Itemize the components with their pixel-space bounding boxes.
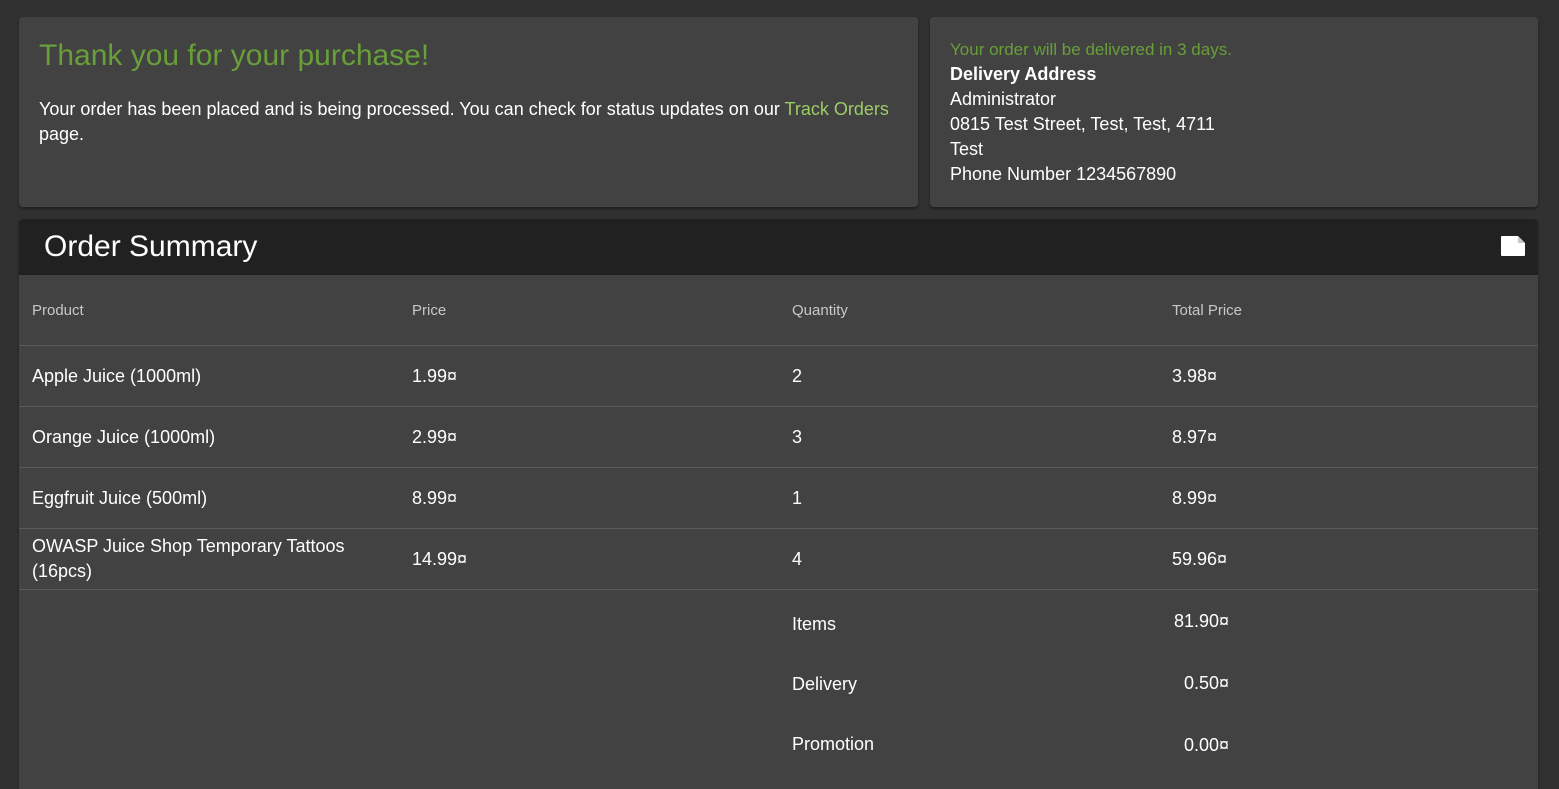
product-cell: Orange Juice (1000ml)	[19, 406, 399, 468]
total-price-cell: 59.96¤	[1159, 528, 1538, 590]
order-confirmation-card: Thank you for your purchase! Your order …	[19, 17, 918, 207]
order-totals: Items 81.90¤ Delivery 0.50¤ Promotion 0.…	[19, 590, 1538, 789]
price-cell: 2.99¤	[399, 406, 779, 468]
order-summary-card: Order Summary Product Price Quantity Tot…	[19, 219, 1538, 789]
column-header-product: Product	[19, 275, 399, 346]
table-row: OWASP Juice Shop Temporary Tattoos (16pc…	[19, 528, 1538, 590]
quantity-cell: 4	[779, 528, 1159, 590]
order-summary-title: Order Summary	[44, 230, 258, 263]
confirmation-message-suffix: page.	[39, 124, 85, 144]
confirmation-title: Thank you for your purchase!	[39, 39, 430, 72]
delivery-eta-note: Your order will be delivered in 3 days.	[950, 40, 1232, 59]
address-phone: Phone Number 1234567890	[950, 164, 1177, 184]
items-total-label: Items	[792, 614, 837, 634]
delivery-address-card: Your order will be delivered in 3 days. …	[930, 17, 1538, 207]
table-row: Apple Juice (1000ml) 1.99¤ 2 3.98¤	[19, 345, 1538, 407]
confirmation-message-prefix: Your order has been placed and is being …	[39, 99, 785, 119]
confirmation-message: Your order has been placed and is being …	[39, 97, 889, 147]
promotion-value: 0.00¤	[1183, 735, 1229, 755]
quantity-cell: 2	[779, 345, 1159, 407]
quantity-cell: 3	[779, 406, 1159, 468]
address-country: Test	[950, 139, 984, 159]
total-price-cell: 8.97¤	[1159, 406, 1538, 468]
quantity-cell: 1	[779, 467, 1159, 529]
total-price-cell: 8.99¤	[1159, 467, 1538, 529]
price-cell: 8.99¤	[399, 467, 779, 529]
table-row: Eggfruit Juice (500ml) 8.99¤ 1 8.99¤	[19, 467, 1538, 529]
price-cell: 14.99¤	[399, 528, 779, 590]
address-name: Administrator	[950, 89, 1057, 109]
order-items-table: Product Price Quantity Total Price Apple…	[19, 275, 1538, 590]
column-header-total-price: Total Price	[1159, 275, 1538, 346]
delivery-cost-label: Delivery	[792, 674, 858, 694]
column-header-quantity: Quantity	[779, 275, 1159, 346]
delivery-cost-value: 0.50¤	[1183, 673, 1229, 693]
price-cell: 1.99¤	[399, 345, 779, 407]
order-summary-header: Order Summary	[19, 219, 1538, 275]
track-orders-link[interactable]: Track Orders	[785, 99, 889, 119]
total-price-cell: 3.98¤	[1159, 345, 1538, 407]
table-header-row: Product Price Quantity Total Price	[19, 275, 1538, 346]
product-cell: Eggfruit Juice (500ml)	[19, 467, 399, 529]
delivery-address-heading: Delivery Address	[950, 64, 1097, 84]
promotion-label: Promotion	[792, 734, 875, 754]
items-total-value: 81.90¤	[1173, 611, 1229, 631]
product-cell: OWASP Juice Shop Temporary Tattoos (16pc…	[19, 528, 399, 590]
table-row: Orange Juice (1000ml) 2.99¤ 3 8.97¤	[19, 406, 1538, 468]
address-street: 0815 Test Street, Test, Test, 4711	[950, 114, 1215, 134]
product-cell: Apple Juice (1000ml)	[19, 345, 399, 407]
column-header-price: Price	[399, 275, 779, 346]
pdf-file-icon[interactable]	[1500, 235, 1526, 257]
